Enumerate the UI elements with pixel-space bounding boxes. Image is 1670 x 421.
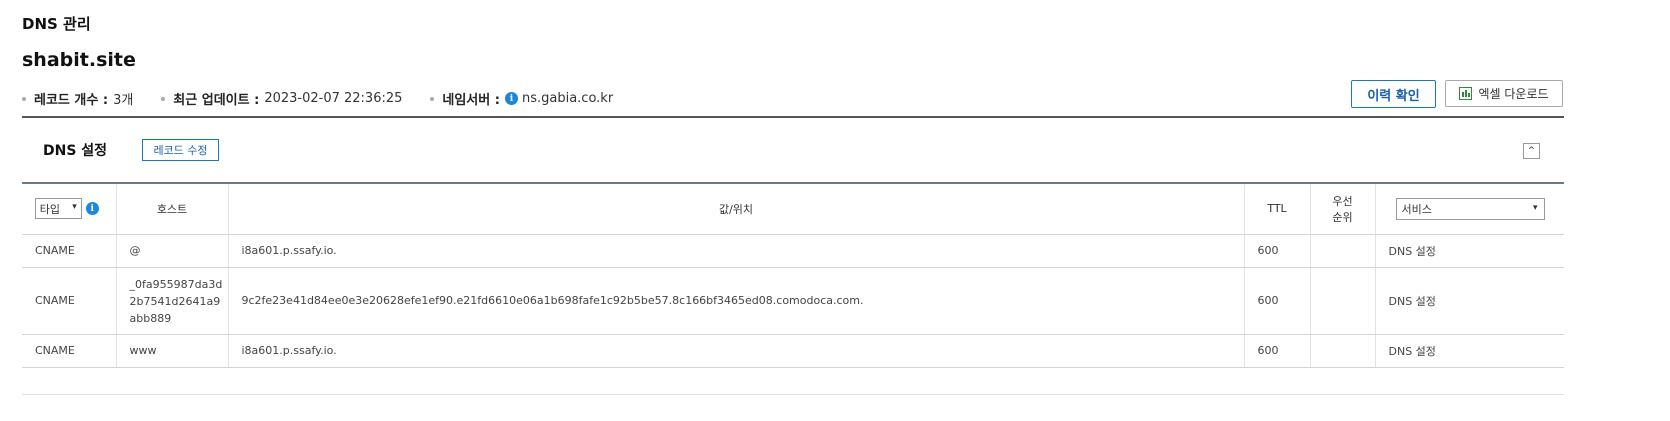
cell-service: DNS 설정 bbox=[1375, 267, 1564, 335]
header-service: 서비스 ▾ bbox=[1375, 183, 1564, 235]
cell-type: CNAME bbox=[22, 234, 117, 268]
history-button[interactable]: 이력 확인 bbox=[1351, 80, 1436, 108]
last-updated: 최근 업데이트 : 2023-02-07 22:36:25 bbox=[161, 89, 402, 108]
table-header-row: 타입 ▾ i 호스트 값/위치 TTL 우선 순위 서비스 ▾ bbox=[22, 183, 1564, 235]
record-count-label: 레코드 개수 : bbox=[34, 93, 109, 108]
nameserver-value: ns.gabia.co.kr bbox=[521, 91, 614, 106]
header-type: 타입 ▾ i bbox=[22, 183, 117, 235]
service-filter-select[interactable]: 서비스 ▾ bbox=[1395, 197, 1545, 220]
edit-records-button[interactable]: 레코드 수정 bbox=[142, 139, 219, 161]
cell-priority bbox=[1310, 234, 1376, 268]
type-filter-select[interactable]: 타입 ▾ bbox=[34, 198, 82, 220]
cell-service: DNS 설정 bbox=[1375, 334, 1564, 368]
header-value: 값/위치 bbox=[228, 183, 1245, 235]
cell-type: CNAME bbox=[22, 334, 117, 368]
cell-ttl: 600 bbox=[1244, 334, 1311, 368]
excel-download-button[interactable]: 엑셀 다운로드 bbox=[1445, 80, 1563, 107]
cell-service: DNS 설정 bbox=[1375, 234, 1564, 268]
record-count: 레코드 개수 : 3개 bbox=[22, 89, 133, 108]
table-row: CNAME _0fa955987da3d 2b7541d2641a9 abb88… bbox=[22, 267, 1564, 335]
domain-meta: 레코드 개수 : 3개 최근 업데이트 : 2023-02-07 22:36:2… bbox=[22, 89, 613, 108]
info-circle-icon[interactable]: i bbox=[85, 202, 99, 216]
cell-value: i8a601.p.ssafy.io. bbox=[228, 334, 1245, 368]
record-count-value: 3개 bbox=[113, 93, 134, 108]
cell-value: 9c2fe23e41d84ee0e3e20628efe1ef90.e21fd66… bbox=[228, 267, 1245, 335]
dns-records-table: 타입 ▾ i 호스트 값/위치 TTL 우선 순위 서비스 ▾ CNAME @ … bbox=[22, 182, 1564, 368]
domain-name: shabit.site bbox=[22, 49, 136, 71]
cell-ttl: 600 bbox=[1244, 234, 1311, 268]
nameserver: 네임서버 : i ns.gabia.co.kr bbox=[430, 89, 613, 108]
bar-chart-icon bbox=[1459, 87, 1473, 100]
cell-type: CNAME bbox=[22, 267, 117, 335]
header-host: 호스트 bbox=[116, 183, 229, 235]
bullet-dot bbox=[161, 96, 166, 101]
cell-ttl: 600 bbox=[1244, 267, 1311, 335]
chevron-down-icon: ▾ bbox=[1532, 202, 1538, 213]
cell-host: www bbox=[116, 334, 229, 368]
collapse-button[interactable]: ^ bbox=[1523, 143, 1540, 159]
last-updated-value: 2023-02-07 22:36:25 bbox=[264, 91, 403, 106]
table-row: CNAME @ i8a601.p.ssafy.io. 600 DNS 설정 bbox=[22, 234, 1564, 268]
table-row: CNAME www i8a601.p.ssafy.io. 600 DNS 설정 bbox=[22, 334, 1564, 368]
last-updated-label: 최근 업데이트 : bbox=[173, 93, 260, 108]
cell-host: _0fa955987da3d 2b7541d2641a9 abb889 bbox=[116, 267, 229, 335]
section-title: DNS 설정 bbox=[43, 143, 108, 159]
chevron-down-icon: ▾ bbox=[72, 202, 77, 213]
bullet-dot bbox=[430, 96, 435, 101]
page-title: DNS 관리 bbox=[22, 15, 91, 33]
chevron-up-icon: ^ bbox=[1527, 145, 1536, 156]
cell-priority bbox=[1310, 267, 1376, 335]
header-divider bbox=[22, 116, 1564, 118]
bottom-divider bbox=[22, 394, 1564, 395]
bullet-dot bbox=[22, 96, 26, 101]
header-priority: 우선 순위 bbox=[1310, 183, 1376, 235]
nameserver-label: 네임서버 : bbox=[442, 93, 500, 108]
cell-priority bbox=[1310, 334, 1376, 368]
cell-host: @ bbox=[116, 234, 229, 268]
header-ttl: TTL bbox=[1244, 183, 1311, 235]
cell-value: i8a601.p.ssafy.io. bbox=[228, 234, 1245, 268]
info-circle-icon[interactable]: i bbox=[504, 92, 518, 105]
excel-download-label: 엑셀 다운로드 bbox=[1478, 87, 1549, 101]
